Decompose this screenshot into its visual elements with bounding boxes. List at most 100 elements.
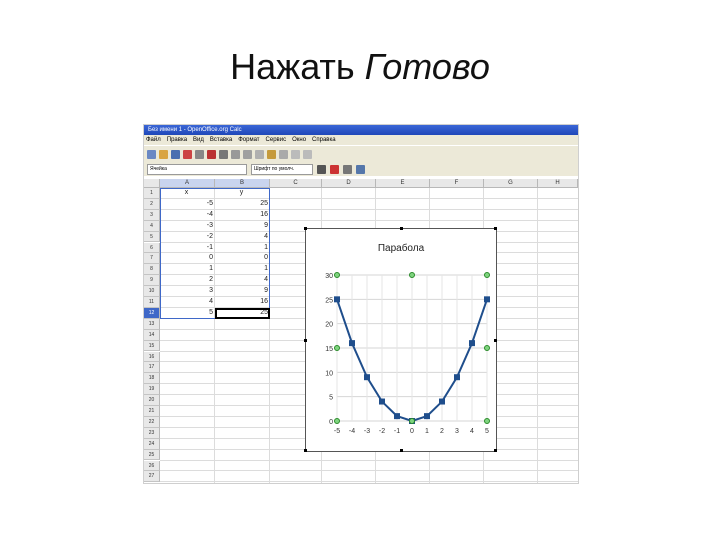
resize-handle[interactable] [494, 449, 497, 452]
redo-icon[interactable] [303, 149, 312, 159]
menu-item[interactable]: Сервис [266, 137, 287, 143]
resize-handle[interactable] [494, 339, 497, 342]
x-tick-label: -3 [364, 428, 370, 435]
window-title: Без имени 1 - OpenOffice.org Calc [148, 127, 242, 133]
resize-handle[interactable] [400, 227, 403, 230]
window-titlebar: Без имени 1 - OpenOffice.org Calc [144, 125, 578, 135]
print-icon[interactable] [219, 149, 228, 159]
menu-item[interactable]: Формат [238, 137, 259, 143]
active-cell[interactable] [215, 307, 270, 319]
row-header[interactable]: 12 [144, 307, 160, 319]
menu-item[interactable]: Вставка [210, 137, 232, 143]
align-icon[interactable] [356, 164, 365, 174]
chart-title: Парабола [378, 242, 425, 254]
preview-icon[interactable] [231, 149, 240, 159]
row-header[interactable]: 21 [144, 406, 160, 417]
row-header[interactable]: 24 [144, 438, 160, 450]
format-paintbrush-icon[interactable] [279, 149, 288, 159]
paste-icon[interactable] [267, 149, 276, 159]
column-header[interactable]: E [376, 179, 430, 188]
menu-item[interactable]: Окно [292, 137, 306, 143]
chart-frame[interactable]: Парабола 0 5 10 15 20 25 30 -5 -4 -3 -2 -1 0 1 2 3 4 5 [304, 227, 497, 452]
row-header[interactable]: 6 [144, 242, 160, 254]
sort-icon[interactable] [343, 164, 352, 174]
row-header[interactable]: 25 [144, 449, 160, 461]
y-tick-label: 25 [325, 297, 333, 304]
font-name-box[interactable]: Шрифт по умолч. [251, 163, 313, 175]
data-point [349, 340, 355, 347]
row-header[interactable]: 10 [144, 286, 160, 297]
formatting-toolbar: Ячейка Шрифт по умолч. [144, 162, 578, 176]
column-header[interactable]: G [484, 179, 538, 188]
data-point [469, 340, 475, 347]
row-header[interactable]: 2 [144, 198, 160, 210]
column-gridline [537, 188, 538, 483]
x-tick-label: -2 [379, 428, 385, 435]
column-header[interactable]: B [215, 179, 270, 188]
bold-icon[interactable] [317, 164, 326, 174]
row-header[interactable]: 4 [144, 220, 160, 232]
menu-item[interactable]: Правка [167, 137, 187, 143]
row-header[interactable]: 20 [144, 395, 160, 406]
new-icon[interactable] [147, 149, 156, 159]
data-point [364, 374, 370, 381]
undo-icon[interactable] [291, 149, 300, 159]
slide-title-emphasis: Готово [364, 46, 490, 87]
row-header[interactable]: 5 [144, 231, 160, 243]
row-header[interactable]: 15 [144, 340, 160, 352]
x-tick-label: 1 [425, 428, 429, 435]
resize-handle[interactable] [494, 227, 497, 230]
menu-item[interactable]: Файл [146, 137, 161, 143]
row-gridline [160, 470, 578, 472]
resize-handle[interactable] [304, 339, 307, 342]
save-icon[interactable] [171, 149, 180, 159]
row-header[interactable]: 27 [144, 471, 160, 483]
x-tick-label: 5 [485, 428, 489, 435]
column-header[interactable]: A [160, 179, 215, 188]
menu-item[interactable]: Вид [193, 137, 204, 143]
row-header[interactable]: 16 [144, 351, 160, 363]
row-header[interactable]: 18 [144, 373, 160, 385]
selected-range [160, 188, 270, 319]
selection-handle [484, 418, 490, 424]
y-tick-label: 30 [325, 273, 333, 280]
row-header[interactable]: 13 [144, 318, 160, 330]
copy-icon[interactable] [255, 149, 264, 159]
email-icon[interactable] [183, 149, 192, 159]
column-header[interactable]: D [322, 179, 376, 188]
resize-handle[interactable] [400, 449, 403, 452]
row-header[interactable]: 17 [144, 362, 160, 374]
row-header[interactable]: 9 [144, 275, 160, 287]
row-header[interactable]: 11 [144, 297, 160, 308]
row-gridline [160, 481, 578, 483]
resize-handle[interactable] [304, 227, 307, 230]
slide-title-text: Нажать [230, 46, 365, 87]
row-header[interactable]: 1 [144, 188, 160, 199]
data-point [484, 296, 490, 303]
row-header[interactable]: 7 [144, 253, 160, 265]
menu-item[interactable]: Справка [312, 137, 336, 143]
name-box[interactable]: Ячейка [147, 163, 247, 175]
row-header[interactable]: 3 [144, 209, 160, 221]
data-point [424, 413, 430, 420]
row-header[interactable]: 22 [144, 416, 160, 428]
edit-icon[interactable] [195, 149, 204, 159]
column-header[interactable]: C [270, 179, 322, 188]
chart-icon[interactable] [330, 164, 339, 174]
row-header[interactable]: 14 [144, 329, 160, 341]
y-tick-label: 0 [329, 419, 333, 426]
pdf-icon[interactable] [207, 149, 216, 159]
cut-icon[interactable] [243, 149, 252, 159]
row-header[interactable]: 8 [144, 264, 160, 276]
row-header[interactable]: 26 [144, 460, 160, 472]
open-icon[interactable] [159, 149, 168, 159]
x-tick-label: -5 [334, 428, 340, 435]
parabola-chart: Парабола 0 5 10 15 20 25 30 -5 -4 -3 -2 -1 0 1 2 3 4 5 [325, 242, 490, 435]
sheet-corner[interactable] [144, 179, 160, 188]
row-header[interactable]: 23 [144, 427, 160, 439]
row-header[interactable]: 19 [144, 384, 160, 396]
column-header[interactable]: F [430, 179, 484, 188]
resize-handle[interactable] [304, 449, 307, 452]
data-point [439, 398, 445, 405]
column-header[interactable]: H [538, 179, 578, 188]
